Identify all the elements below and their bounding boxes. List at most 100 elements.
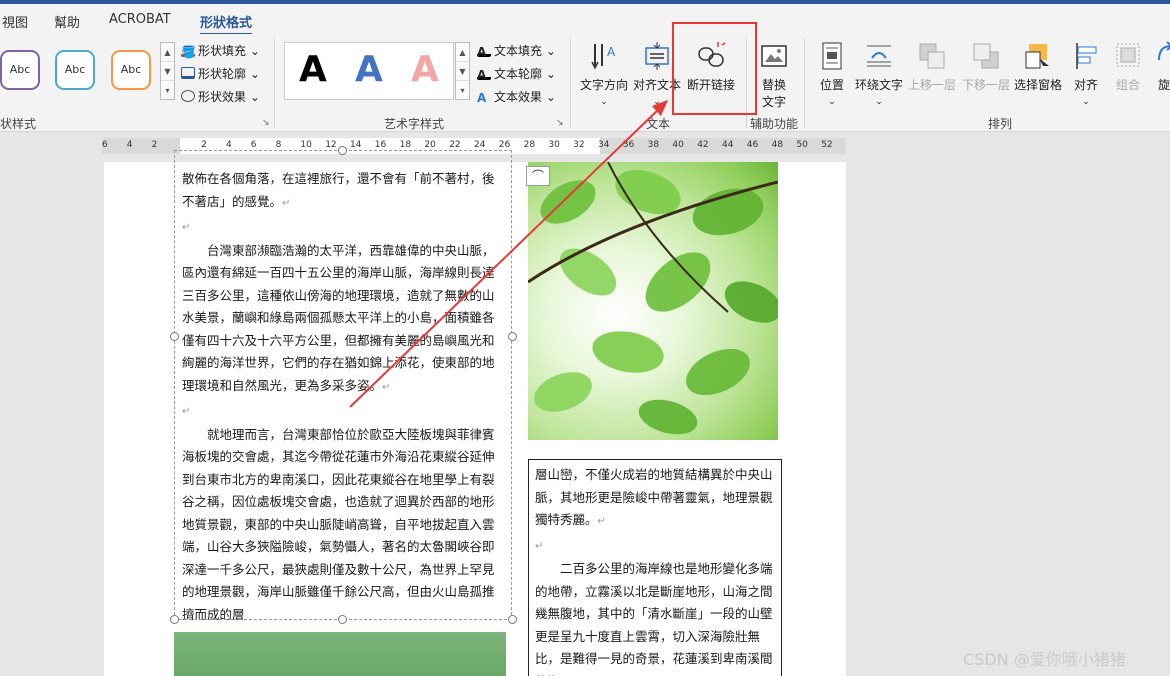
dialog-launcher-icon[interactable]: ↘: [556, 118, 564, 128]
scroll-down-icon[interactable]: ▼: [456, 62, 469, 81]
ruler-number: 52: [821, 140, 833, 150]
align-button[interactable]: 对齐 ⌄: [1068, 40, 1104, 107]
send-backward-label: 下移一层: [961, 78, 1010, 92]
wrap-text-button[interactable]: 环绕文字 ⌄: [854, 40, 904, 107]
chevron-down-icon: ⌄: [653, 97, 661, 107]
tab-acrobat[interactable]: ACROBAT: [109, 12, 171, 27]
rotate-button[interactable]: 旋: [1152, 40, 1170, 93]
alt-text-label-line1: 替换: [761, 78, 786, 92]
empty-paragraph: ↵: [535, 540, 544, 552]
resize-handle[interactable]: [170, 332, 179, 341]
ruler-number: 26: [498, 140, 511, 150]
group-divider: [570, 38, 571, 128]
bring-forward-icon: [917, 40, 947, 72]
shape-style-gallery-scroll[interactable]: ▲ ▼ ▾: [160, 42, 175, 100]
position-button[interactable]: 位置 ⌄: [814, 40, 850, 107]
group-label-accessibility: 辅助功能: [750, 117, 799, 131]
shape-fill-button[interactable]: 🪣 形状填充 ⌄: [181, 42, 260, 59]
text-direction-button[interactable]: A 文字方向 ⌄: [580, 40, 628, 107]
text-outline-button[interactable]: A 文本轮廓 ⌄: [477, 65, 556, 82]
alt-text-button[interactable]: 替换 文字: [754, 40, 794, 110]
gallery-more-icon[interactable]: ▾: [161, 81, 174, 100]
shape-outline-label: 形状轮廓: [198, 67, 247, 81]
group-divider: [274, 38, 275, 128]
gallery-more-icon[interactable]: ▾: [456, 81, 469, 100]
ruler-number: 44: [722, 140, 734, 150]
ruler-number: 6: [250, 140, 257, 150]
resize-handle[interactable]: [508, 332, 517, 341]
tab-view[interactable]: 視图: [2, 12, 28, 31]
ruler-number: 42: [697, 140, 709, 150]
ruler-number: 30: [548, 140, 560, 150]
rotate-icon: [1155, 40, 1170, 72]
tab-help[interactable]: 幫助: [54, 12, 80, 31]
resize-handle[interactable]: [338, 615, 347, 624]
shape-style-swatch-1[interactable]: Abc: [0, 50, 40, 90]
group-label: 组合: [1115, 78, 1140, 92]
dialog-launcher-icon[interactable]: ↘: [262, 118, 270, 128]
scroll-down-icon[interactable]: ▼: [161, 62, 174, 81]
ruler-number: 20: [424, 140, 436, 150]
ribbon-tabs: 視图 幫助 ACROBAT 形狀格式: [0, 4, 1170, 36]
ruler-number: 32: [573, 140, 585, 150]
resize-handle[interactable]: [338, 146, 347, 155]
ruler-number: 38: [647, 140, 660, 150]
text-outline-label: 文本轮廓: [494, 67, 543, 81]
scroll-up-icon[interactable]: ▲: [456, 43, 469, 62]
shape-effects-icon: [181, 90, 195, 102]
ruler-number: 12: [325, 140, 337, 150]
green-image[interactable]: [174, 632, 506, 676]
group-button[interactable]: 组合: [1108, 40, 1148, 93]
shape-fill-label: 形状填充: [198, 44, 247, 58]
paragraph: 二百多公里的海岸線也是地形變化多端的地帶，立霧溪以北是斷崖地形，山海之間幾無腹地…: [535, 561, 773, 676]
wordart-sample-blue[interactable]: A: [355, 49, 383, 90]
align-label: 对齐: [1073, 78, 1098, 92]
wordart-sample-black[interactable]: A: [299, 49, 327, 90]
ruler-number: 4: [226, 140, 232, 150]
group-label-shape-styles: 状样式: [0, 117, 37, 131]
shape-effects-label: 形状效果: [198, 90, 247, 104]
leaf-photo[interactable]: [528, 162, 778, 440]
selection-pane-button[interactable]: 选择窗格: [1012, 40, 1064, 93]
wordart-gallery-scroll[interactable]: ▲ ▼ ▾: [455, 42, 470, 100]
paint-bucket-icon: 🪣: [181, 45, 196, 59]
wordart-sample-pink[interactable]: A: [411, 49, 439, 90]
ruler-number: 18: [399, 140, 412, 150]
pen-outline-icon: [181, 67, 195, 79]
ruler-number: 40: [672, 140, 684, 150]
resize-handle[interactable]: [170, 615, 179, 624]
ribbon: Abc Abc Abc ▲ ▼ ▾ 🪣 形状填充 ⌄ 形状轮廓 ⌄ 形状效果 ⌄ …: [0, 34, 1170, 132]
chevron-down-icon: ⌄: [828, 97, 836, 107]
layout-options-icon[interactable]: ⌒: [526, 166, 550, 186]
ruler-number: 36: [622, 140, 635, 150]
send-backward-button[interactable]: 下移一层: [960, 40, 1012, 93]
align-text-icon: [642, 40, 672, 72]
ruler-number: 24: [474, 140, 486, 150]
text-effects-icon: A: [477, 91, 487, 105]
shape-outline-button[interactable]: 形状轮廓 ⌄: [181, 65, 260, 82]
bring-forward-label: 上移一层: [907, 78, 956, 92]
text-fill-label: 文本填充: [494, 44, 543, 58]
shape-effects-button[interactable]: 形状效果 ⌄: [181, 88, 260, 105]
text-box-right[interactable]: 層山巒，不僅火成岩的地質結構異於中央山脈，其地形更是險峻中帶著靈氣，地理景觀獨特…: [528, 459, 782, 676]
ruler-number: 46: [746, 140, 759, 150]
bring-forward-button[interactable]: 上移一层: [906, 40, 958, 93]
text-outline-icon: A: [477, 68, 491, 82]
tab-shape-format[interactable]: 形狀格式: [200, 12, 253, 36]
ruler-number: 16: [374, 140, 387, 150]
text-fill-icon: A: [477, 45, 491, 59]
wrap-text-label: 环绕文字: [854, 78, 903, 92]
ruler-number: 2: [151, 140, 158, 150]
resize-handle[interactable]: [508, 615, 517, 624]
text-direction-icon: A: [589, 40, 619, 72]
align-icon: [1071, 40, 1101, 72]
svg-text:A: A: [607, 45, 616, 59]
text-fill-button[interactable]: A 文本填充 ⌄: [477, 42, 556, 59]
shape-style-swatch-3[interactable]: Abc: [111, 50, 151, 90]
scroll-up-icon[interactable]: ▲: [161, 43, 174, 62]
text-effects-button[interactable]: A 文本效果 ⌄: [477, 88, 556, 105]
text-box-selection-frame[interactable]: [174, 150, 512, 620]
group-label-arrange: 排列: [988, 117, 1013, 131]
wordart-gallery[interactable]: A A A: [284, 42, 454, 100]
shape-style-swatch-2[interactable]: Abc: [55, 50, 95, 90]
